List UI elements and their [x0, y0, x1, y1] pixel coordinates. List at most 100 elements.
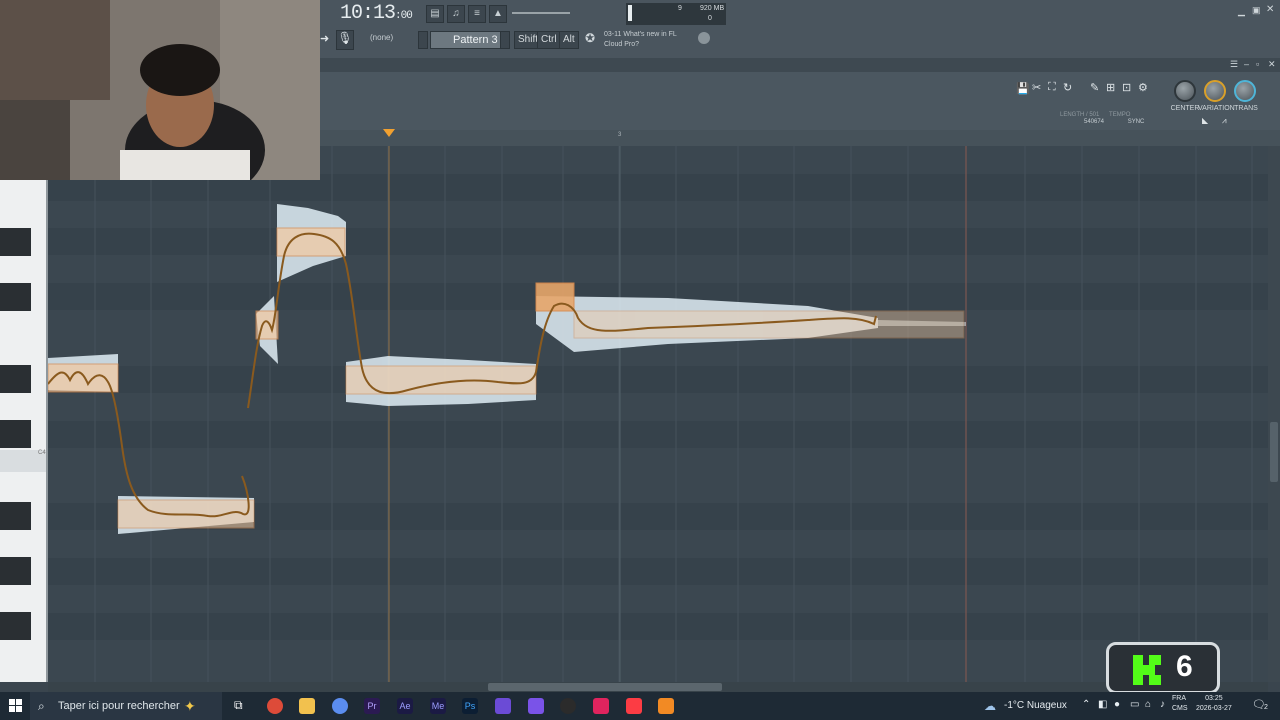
black-key[interactable]: [0, 612, 31, 640]
ram-sub: 0: [708, 15, 712, 22]
mic-icon[interactable]: 🎙: [336, 30, 354, 50]
media-encoder-icon[interactable]: Me: [430, 698, 446, 714]
window-close-icon[interactable]: ✕: [1268, 59, 1276, 70]
time-seconds: :00: [395, 10, 413, 22]
playhead-marker[interactable]: [383, 129, 395, 137]
taskbar-search[interactable]: ⌕ Taper ici pour rechercher ✦: [30, 692, 222, 720]
fl-studio-icon[interactable]: [658, 698, 674, 714]
after-effects-icon[interactable]: Ae: [397, 698, 413, 714]
select-icon[interactable]: ⛶: [1048, 81, 1056, 94]
tool-a-icon[interactable]: ◣: [1202, 116, 1208, 125]
news-icon[interactable]: ✪: [580, 31, 600, 49]
notification-count: 2: [1264, 704, 1268, 711]
pitch-grid-svg: [48, 146, 1268, 682]
tray-app-icon[interactable]: ◧: [1098, 699, 1107, 710]
variation-knob[interactable]: [1204, 80, 1226, 102]
tiktok-icon[interactable]: [593, 698, 609, 714]
cpu-memory-panel: 9 920 MB 0: [626, 3, 726, 25]
system-clock[interactable]: 03:25 2026-03-27: [1196, 694, 1232, 714]
minimize-icon[interactable]: ▁: [1238, 6, 1245, 17]
vertical-scroll-thumb[interactable]: [1270, 422, 1278, 482]
webcam-overlay: [0, 0, 320, 180]
music-icon[interactable]: [626, 698, 642, 714]
mic-tray-icon[interactable]: ●: [1114, 699, 1120, 710]
mixer-icon[interactable]: ≡: [468, 5, 486, 23]
obs-icon[interactable]: [560, 698, 576, 714]
kick-viewer-count: 6: [1176, 650, 1193, 683]
news-panel[interactable]: 03-11 What's new in FL Cloud Pro?: [604, 30, 704, 50]
beat-lines: [94, 146, 1253, 682]
close-icon[interactable]: ✕: [1266, 4, 1274, 15]
snap-icon[interactable]: ⊡: [1122, 81, 1131, 94]
photoshop-icon[interactable]: Ps: [462, 698, 478, 714]
sync-label: SYNC: [1127, 119, 1145, 125]
pattern-selector[interactable]: Pattern 3: [430, 31, 510, 49]
weather-icon[interactable]: ☁: [984, 699, 996, 713]
news-arrow-icon[interactable]: [698, 32, 710, 44]
task-view-icon[interactable]: ⧉: [234, 698, 248, 712]
settings-icon[interactable]: ⚙: [1138, 81, 1148, 94]
weather-text[interactable]: -1°C Nuageux: [1004, 692, 1067, 720]
tool-b-icon[interactable]: ⩘: [1222, 116, 1227, 126]
news-title: What's new in FL: [623, 31, 677, 38]
window-restore-icon[interactable]: ▫: [1256, 59, 1259, 69]
pattern-next-button[interactable]: [500, 31, 510, 49]
black-key[interactable]: [0, 365, 31, 393]
tray-chevron-icon[interactable]: ⌃: [1082, 699, 1090, 710]
piano-keyboard[interactable]: [0, 180, 48, 682]
window-minimize-icon[interactable]: –: [1244, 59, 1249, 69]
language-code: FRA: [1172, 695, 1186, 702]
variation-label: VARIATION: [1198, 105, 1235, 112]
master-pitch-slider[interactable]: [512, 12, 570, 14]
keyboard-code: CMS: [1172, 705, 1188, 712]
cpu-value: 9: [678, 5, 682, 12]
vpn-icon[interactable]: [495, 698, 511, 714]
ram-value: 920 MB: [700, 5, 725, 12]
shield-icon[interactable]: [528, 698, 544, 714]
black-key[interactable]: [0, 420, 31, 448]
arrow-icon[interactable]: ➜: [320, 32, 330, 46]
search-placeholder: Taper ici pour rechercher: [58, 700, 180, 712]
black-key[interactable]: [0, 283, 31, 311]
chrome-icon[interactable]: [267, 698, 283, 714]
pencil-icon[interactable]: ✎: [1090, 81, 1099, 94]
cut-icon[interactable]: ✂: [1032, 81, 1041, 94]
network-icon[interactable]: ⌂: [1145, 699, 1151, 710]
pitch-grid[interactable]: [48, 146, 1268, 682]
display-icon[interactable]: ▭: [1130, 699, 1139, 710]
alt-key[interactable]: Alt: [559, 31, 579, 49]
browser-icon[interactable]: ▲: [489, 5, 507, 23]
pattern-prev-button[interactable]: [418, 31, 428, 49]
piano-roll-icon[interactable]: ♫: [447, 5, 465, 23]
trans-knob[interactable]: [1234, 80, 1256, 102]
editor-window-header: ☰ – ▫ ✕: [320, 58, 1280, 72]
row-stripes: [48, 174, 1268, 640]
premiere-icon[interactable]: Pr: [364, 698, 380, 714]
clip-tempo: TEMPO: [1109, 112, 1131, 118]
trans-label: TRANS: [1234, 105, 1258, 112]
browser-app-icon[interactable]: [332, 698, 348, 714]
split-icon[interactable]: ⊞: [1106, 81, 1115, 94]
save-icon[interactable]: 💾: [1016, 82, 1030, 95]
volume-icon[interactable]: ♪: [1160, 699, 1165, 710]
ctrl-key[interactable]: Ctrl: [537, 31, 561, 49]
windows-taskbar: ⌕ Taper ici pour rechercher ✦ ⧉ Pr Ae Me…: [0, 692, 1280, 720]
playlist-icon[interactable]: ▤: [426, 5, 444, 23]
search-icon: ⌕: [38, 699, 45, 713]
refresh-icon[interactable]: ↻: [1063, 81, 1072, 94]
menu-icon[interactable]: ☰: [1230, 59, 1238, 70]
maximize-icon[interactable]: ▣: [1252, 5, 1261, 16]
file-explorer-icon[interactable]: [299, 698, 315, 714]
black-key[interactable]: [0, 557, 31, 585]
channel-selector[interactable]: (none): [370, 33, 393, 42]
webcam-image: [0, 0, 320, 180]
horizontal-scroll-thumb[interactable]: [488, 683, 722, 691]
vertical-scrollbar[interactable]: [1268, 146, 1280, 682]
center-knob[interactable]: [1174, 80, 1196, 102]
kick-live-badge: [1106, 642, 1220, 694]
song-time-display[interactable]: 10:13:00: [340, 2, 418, 26]
language-indicator[interactable]: FRA CMS: [1172, 694, 1188, 714]
black-key[interactable]: [0, 228, 31, 256]
start-icon[interactable]: [9, 699, 22, 712]
black-key[interactable]: [0, 502, 31, 530]
